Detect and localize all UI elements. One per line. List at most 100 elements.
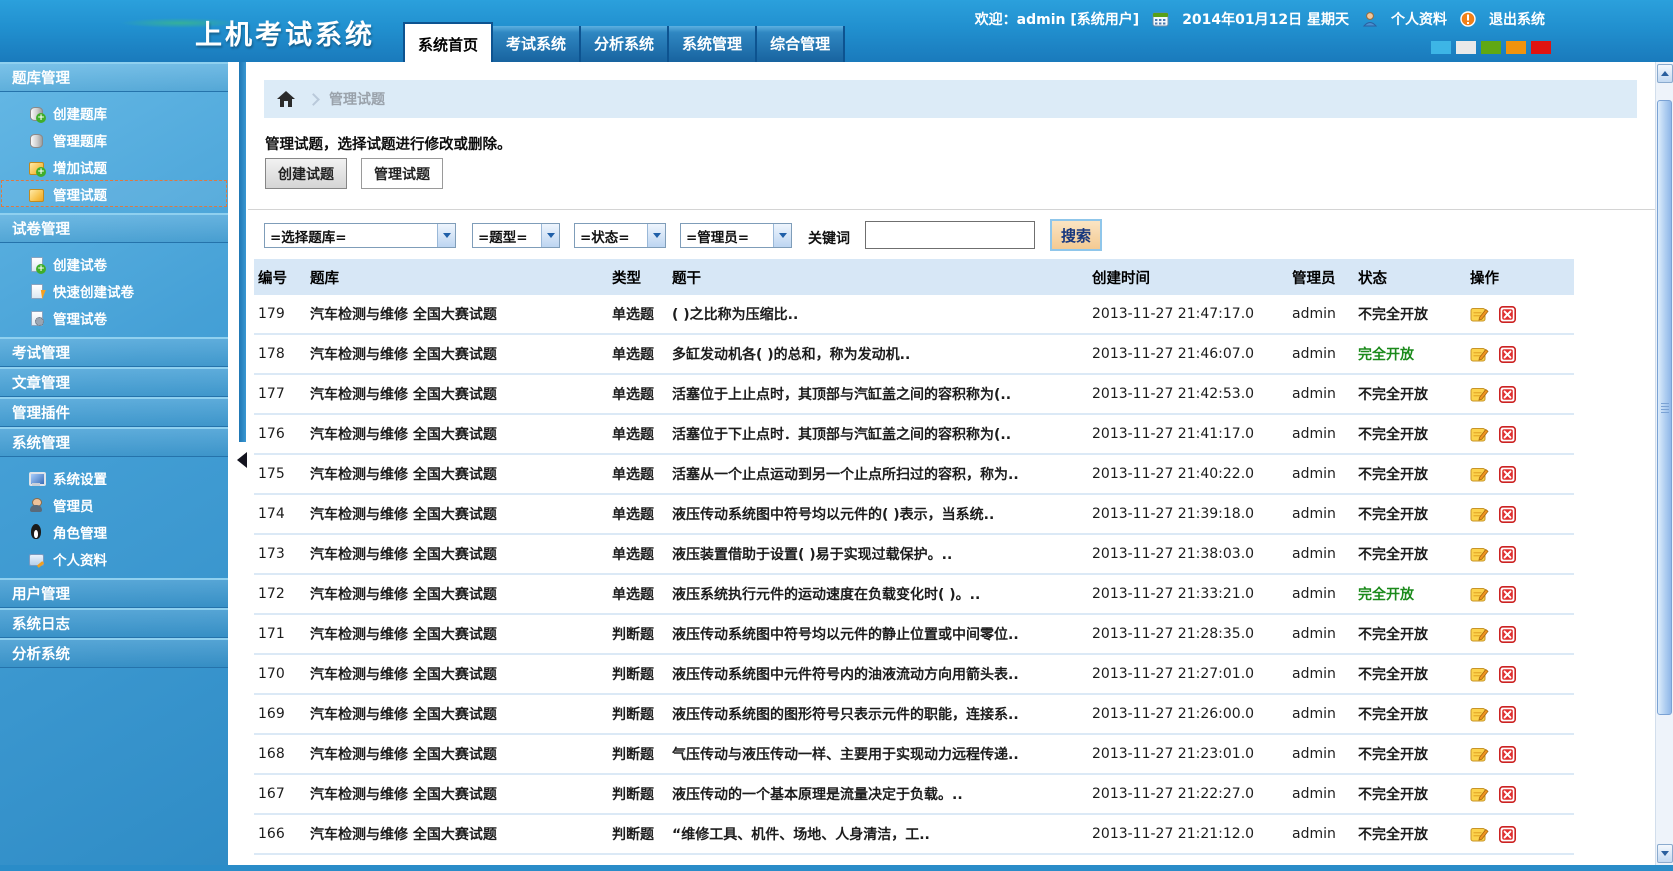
cell-id: 171 xyxy=(254,614,306,654)
table-row[interactable]: 178 汽车检测与维修 全国大赛试题 单选题 多缸发动机各( )的总和，称为发动… xyxy=(254,334,1574,374)
sidebar-item-quick-create-paper[interactable]: 快速创建试卷 xyxy=(1,277,227,304)
theme-swatch-green[interactable] xyxy=(1481,41,1501,54)
edit-icon[interactable] xyxy=(1470,706,1489,723)
vertical-scrollbar[interactable] xyxy=(1655,62,1673,865)
table-row[interactable]: 172 汽车检测与维修 全国大赛试题 单选题 液压系统执行元件的运动速度在负载变… xyxy=(254,574,1574,614)
sidebar-section-title-system-log[interactable]: 系统日志 xyxy=(0,608,228,638)
cell-stem: 液压传动系统图中符号均以元件的( )表示，当系统.. xyxy=(668,494,1088,534)
delete-icon[interactable] xyxy=(1499,706,1516,723)
delete-icon[interactable] xyxy=(1499,546,1516,563)
table-row[interactable]: 169 汽车检测与维修 全国大赛试题 判断题 液压传动系统图的图形符号只表示元件… xyxy=(254,694,1574,734)
sidebar-section-title-paper-mgmt[interactable]: 试卷管理 xyxy=(0,213,228,243)
edit-icon[interactable] xyxy=(1470,786,1489,803)
edit-icon[interactable] xyxy=(1470,426,1489,443)
table-row[interactable]: 168 汽车检测与维修 全国大赛试题 判断题 气压传动与液压传动一样、主要用于实… xyxy=(254,734,1574,774)
chevron-down-icon[interactable] xyxy=(647,224,665,247)
sidebar-section-title-system-mgmt[interactable]: 系统管理 xyxy=(0,427,228,457)
sidebar-item-system-settings[interactable]: 系统设置 xyxy=(1,464,227,491)
search-button[interactable]: 搜索 xyxy=(1050,219,1102,251)
table-row[interactable]: 173 汽车检测与维修 全国大赛试题 单选题 液压装置借助于设置( )易于实现过… xyxy=(254,534,1574,574)
edit-icon[interactable] xyxy=(1470,666,1489,683)
table-row[interactable]: 174 汽车检测与维修 全国大赛试题 单选题 液压传动系统图中符号均以元件的( … xyxy=(254,494,1574,534)
edit-icon[interactable] xyxy=(1470,306,1489,323)
sidebar-section-title-question-bank-mgmt[interactable]: 题库管理 xyxy=(0,62,228,92)
edit-icon[interactable] xyxy=(1470,746,1489,763)
delete-icon[interactable] xyxy=(1499,786,1516,803)
edit-icon[interactable] xyxy=(1470,586,1489,603)
table-row[interactable]: 166 汽车检测与维修 全国大赛试题 判断题 “维修工具、机件、场地、人身清洁，… xyxy=(254,814,1574,854)
sidebar-section-title-user-mgmt[interactable]: 用户管理 xyxy=(0,578,228,608)
delete-icon[interactable] xyxy=(1499,466,1516,483)
theme-swatch-red[interactable] xyxy=(1531,41,1551,54)
tab-general-management[interactable]: 综合管理 xyxy=(757,26,845,62)
cell-admin: admin xyxy=(1288,614,1354,654)
sidebar-item-label: 创建题库 xyxy=(53,103,107,123)
delete-icon[interactable] xyxy=(1499,626,1516,643)
table-row[interactable]: 170 汽车检测与维修 全国大赛试题 判断题 液压传动系统图中元件符号内的油液流… xyxy=(254,654,1574,694)
sidebar-item-manage-paper[interactable]: 管理试卷 xyxy=(1,304,227,331)
theme-swatch-orange[interactable] xyxy=(1506,41,1526,54)
sidebar-section-title-analysis-system[interactable]: 分析系统 xyxy=(0,638,228,668)
delete-icon[interactable] xyxy=(1499,306,1516,323)
admin-select[interactable]: =管理员= xyxy=(680,223,792,248)
chevron-down-icon[interactable] xyxy=(541,224,559,247)
sidebar-item-create-paper[interactable]: 创建试卷 xyxy=(1,250,227,277)
delete-icon[interactable] xyxy=(1499,426,1516,443)
tab-system-management[interactable]: 系统管理 xyxy=(669,26,757,62)
delete-icon[interactable] xyxy=(1499,586,1516,603)
splitter-line xyxy=(239,62,246,442)
table-row[interactable]: 175 汽车检测与维修 全国大赛试题 单选题 活塞从一个止点运动到另一个止点所扫… xyxy=(254,454,1574,494)
scroll-down-button[interactable] xyxy=(1657,844,1673,863)
sidebar-section-title-plugin-mgmt[interactable]: 管理插件 xyxy=(0,397,228,427)
delete-icon[interactable] xyxy=(1499,666,1516,683)
sidebar-item-personal-profile[interactable]: 个人资料 xyxy=(1,545,227,572)
scroll-thumb[interactable] xyxy=(1657,100,1672,715)
sidebar-item-role-management[interactable]: 角色管理 xyxy=(1,518,227,545)
edit-icon[interactable] xyxy=(1470,826,1489,843)
sidebar-item-add-question[interactable]: 增加试题 xyxy=(1,153,227,180)
collapse-arrow-icon[interactable] xyxy=(237,452,247,468)
tab-system-home[interactable]: 系统首页 xyxy=(403,22,493,62)
edit-icon[interactable] xyxy=(1470,546,1489,563)
theme-swatch-gray[interactable] xyxy=(1456,41,1476,54)
table-row[interactable]: 177 汽车检测与维修 全国大赛试题 单选题 活塞位于上止点时，其顶部与汽缸盖之… xyxy=(254,374,1574,414)
scroll-up-button[interactable] xyxy=(1657,64,1673,83)
home-icon[interactable] xyxy=(276,90,296,108)
table-row[interactable]: 167 汽车检测与维修 全国大赛试题 判断题 液压传动的一个基本原理是流量决定于… xyxy=(254,774,1574,814)
table-row[interactable]: 171 汽车检测与维修 全国大赛试题 判断题 液压传动系统图中符号均以元件的静止… xyxy=(254,614,1574,654)
create-question-button[interactable]: 创建试题 xyxy=(265,158,347,189)
edit-icon[interactable] xyxy=(1470,386,1489,403)
edit-icon[interactable] xyxy=(1470,506,1489,523)
type-select[interactable]: =题型= xyxy=(472,223,560,248)
cell-stem: 活塞位于下止点时．其顶部与汽缸盖之间的容积称为(.. xyxy=(668,414,1088,454)
sidebar-item-create-question-bank[interactable]: 创建题库 xyxy=(1,99,227,126)
manage-question-button[interactable]: 管理试题 xyxy=(361,158,443,189)
delete-icon[interactable] xyxy=(1499,826,1516,843)
sidebar-item-manage-question[interactable]: 管理试题 xyxy=(1,180,227,207)
sidebar-item-manage-question-bank[interactable]: 管理题库 xyxy=(1,126,227,153)
filter-bar: =选择题库= =题型= =状态= =管理员= 关键词 搜索 xyxy=(248,209,1655,259)
delete-icon[interactable] xyxy=(1499,346,1516,363)
delete-icon[interactable] xyxy=(1499,746,1516,763)
bank-select[interactable]: =选择题库= xyxy=(264,223,456,248)
table-row[interactable]: 176 汽车检测与维修 全国大赛试题 单选题 活塞位于下止点时．其顶部与汽缸盖之… xyxy=(254,414,1574,454)
sidebar-item-administrators[interactable]: 管理员 xyxy=(1,491,227,518)
chevron-down-icon[interactable] xyxy=(773,224,791,247)
sidebar-section-title-article-mgmt[interactable]: 文章管理 xyxy=(0,367,228,397)
theme-swatch-blue[interactable] xyxy=(1431,41,1451,54)
tab-exam-system[interactable]: 考试系统 xyxy=(493,26,581,62)
chevron-down-icon[interactable] xyxy=(437,224,455,247)
table-row[interactable]: 179 汽车检测与维修 全国大赛试题 单选题 ( )之比称为压缩比.. 2013… xyxy=(254,295,1574,334)
edit-icon[interactable] xyxy=(1470,626,1489,643)
delete-icon[interactable] xyxy=(1499,506,1516,523)
edit-icon[interactable] xyxy=(1470,466,1489,483)
sidebar-splitter[interactable] xyxy=(228,62,248,865)
profile-link[interactable]: 个人资料 xyxy=(1391,9,1447,29)
logout-link[interactable]: 退出系统 xyxy=(1489,9,1545,29)
tab-analysis-system[interactable]: 分析系统 xyxy=(581,26,669,62)
status-select[interactable]: =状态= xyxy=(574,223,666,248)
delete-icon[interactable] xyxy=(1499,386,1516,403)
keyword-input[interactable] xyxy=(865,221,1035,249)
sidebar-section-title-exam-mgmt[interactable]: 考试管理 xyxy=(0,337,228,367)
edit-icon[interactable] xyxy=(1470,346,1489,363)
